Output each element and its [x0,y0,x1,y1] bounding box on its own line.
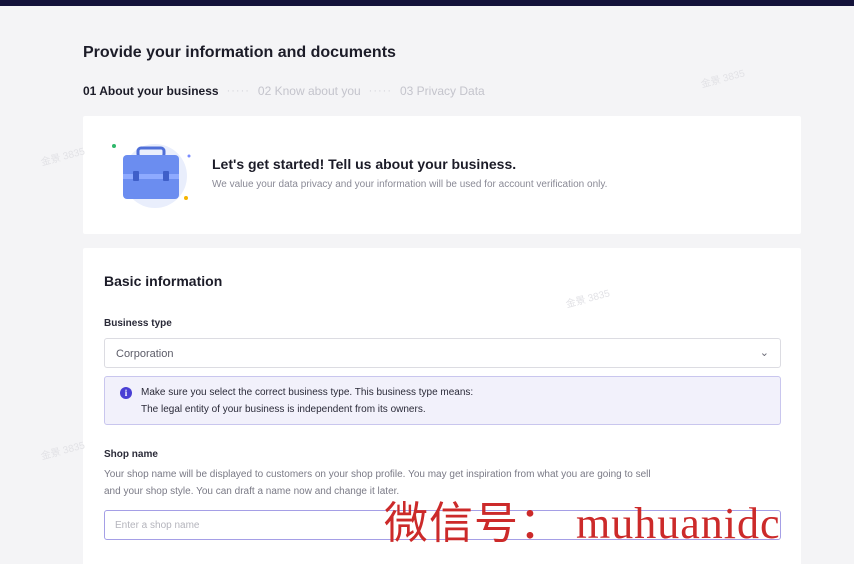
step-indicator: 01 About your business ····· 02 Know abo… [83,84,485,98]
business-type-select[interactable]: Corporation ⌄ [104,338,781,368]
step-separator: ····· [368,85,392,97]
shop-name-label: Shop name [104,449,158,460]
shop-name-help-line1: Your shop name will be displayed to cust… [104,469,651,480]
briefcase-illustration [112,144,191,208]
watermark: 金景 3835 [699,68,747,91]
chevron-down-icon: ⌄ [759,347,769,359]
intro-card: Let's get started! Tell us about your bu… [83,116,801,234]
business-type-label: Business type [104,318,172,329]
overlay-caption: 微信号： muhuanidc [384,499,781,548]
business-type-value: Corporation [116,348,174,360]
notice-text-line2: The legal entity of your business is ind… [141,404,426,415]
step-about-business[interactable]: 01 About your business [83,84,219,98]
top-navigation-bar [0,0,854,6]
info-icon: i [120,387,132,399]
notice-text-line1: Make sure you select the correct busines… [141,387,474,398]
watermark: 金景 3835 [39,146,87,169]
business-type-notice: i Make sure you select the correct busin… [104,376,781,425]
page-title: Provide your information and documents [83,44,396,61]
step-separator: ····· [226,85,250,97]
step-privacy-data[interactable]: 03 Privacy Data [400,84,485,98]
section-title: Basic information [104,273,223,289]
intro-subtitle: We value your data privacy and your info… [212,179,608,190]
watermark: 金景 3835 [39,440,87,463]
intro-title: Let's get started! Tell us about your bu… [212,156,517,172]
step-know-about-you[interactable]: 02 Know about you [258,84,361,98]
